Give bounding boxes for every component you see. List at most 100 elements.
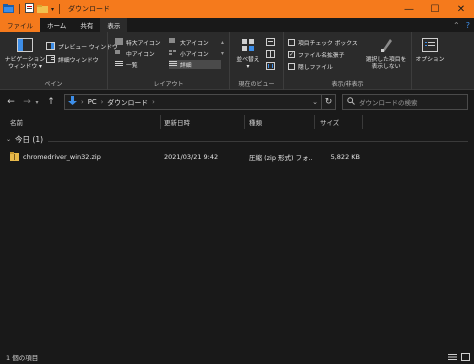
tab-home[interactable]: ホーム <box>40 18 73 32</box>
preview-pane-icon <box>46 41 55 52</box>
column-header-size[interactable]: サイズ <box>320 116 339 128</box>
ribbon: ナビゲーション ウィンドウ ▾ プレビュー ウィンドウ 詳細ウィンドウ ペイン … <box>0 32 474 90</box>
details-icon <box>169 60 177 69</box>
small-icons-icon <box>169 49 177 58</box>
navigation-pane-icon <box>17 38 33 55</box>
ribbon-group-label-layout: レイアウト <box>153 81 184 88</box>
file-list: 名前 更新日時 種類 サイズ ⌄ 今日 (1) chromedriver_win… <box>0 113 474 350</box>
hidden-items-label: 隠しファイル <box>298 65 333 71</box>
address-history-chevron-icon[interactable]: ⌄ <box>309 95 321 109</box>
hidden-items-toggle[interactable]: 隠しファイル <box>288 62 333 71</box>
ribbon-group-show-hide: 項目チェック ボックス ✓ ファイル名拡張子 隠しファイル 選択した項目を 表示… <box>284 32 412 90</box>
file-size: 5,822 KB <box>330 153 360 161</box>
recent-locations-button[interactable]: ▾ <box>33 95 41 109</box>
layout-scroll-up-chevron-icon[interactable]: ▴ <box>221 38 224 47</box>
search-box[interactable]: ダウンロードの検索 <box>342 94 468 110</box>
large-icons-view-icon[interactable] <box>460 352 470 362</box>
layout-details[interactable]: 詳細 <box>169 60 221 69</box>
address-bar-tail: ⌄ ↻ <box>309 95 335 109</box>
layout-medium-icons[interactable]: 中アイコン <box>115 49 167 58</box>
group-divider <box>48 141 468 142</box>
breadcrumb-chevron-icon: › <box>100 98 104 106</box>
window-title: ダウンロード <box>68 5 111 13</box>
group-by-button[interactable] <box>266 37 275 48</box>
group-by-icon <box>266 37 275 48</box>
sort-by-button[interactable]: 並べ替え ▾ <box>233 38 263 71</box>
address-bar[interactable]: › PC › ダウンロード › ⌄ ↻ <box>64 94 336 110</box>
table-row[interactable]: chromedriver_win32.zip 2021/03/21 9:42 圧… <box>10 151 370 163</box>
search-placeholder: ダウンロードの検索 <box>359 99 418 107</box>
column-divider[interactable] <box>244 115 245 129</box>
layout-small-icons[interactable]: 小アイコン <box>169 49 221 58</box>
sort-icon <box>241 38 255 55</box>
folder-app-icon <box>3 3 14 15</box>
size-columns-icon <box>266 61 275 72</box>
details-pane-button[interactable]: 詳細ウィンドウ <box>46 54 99 65</box>
close-button[interactable]: ✕ <box>448 0 474 18</box>
collapse-ribbon-chevron-icon[interactable]: ⌃ <box>453 21 460 30</box>
details-view-icon[interactable] <box>447 352 457 362</box>
ribbon-group-label-pane: ペイン <box>44 81 63 88</box>
collapse-chevron-icon[interactable]: ⌄ <box>6 136 11 143</box>
refresh-icon[interactable]: ↻ <box>321 95 335 109</box>
size-columns-to-fit-button[interactable] <box>266 61 275 72</box>
item-count: 1 個の項目 <box>6 354 39 362</box>
column-header-modified[interactable]: 更新日時 <box>164 116 190 128</box>
breadcrumb-pc[interactable]: PC <box>88 98 97 106</box>
column-header-name[interactable]: 名前 <box>10 116 23 128</box>
forward-button[interactable]: → <box>20 95 34 109</box>
column-divider[interactable] <box>314 115 315 129</box>
options-button[interactable]: オプション <box>414 38 446 64</box>
breadcrumb-downloads[interactable]: ダウンロード <box>107 97 148 107</box>
layout-list[interactable]: 一覧 <box>115 60 167 69</box>
properties-icon[interactable] <box>25 3 34 15</box>
customize-toolbar-chevron-icon[interactable]: ▾ <box>51 6 54 13</box>
options-label: オプション <box>415 57 445 63</box>
up-button[interactable]: ↑ <box>44 95 58 109</box>
address-row: ← → ▾ ↑ › PC › ダウンロード › ⌄ ↻ ダウンロードの検索 <box>0 91 474 113</box>
tab-view[interactable]: 表示 <box>100 18 128 32</box>
medium-icons-icon <box>115 49 123 58</box>
layout-item-label: 中アイコン <box>126 52 155 58</box>
column-divider[interactable] <box>160 115 161 129</box>
file-extensions-checkbox[interactable]: ✓ <box>288 51 295 58</box>
group-label: 今日 (1) <box>15 135 44 144</box>
tab-file[interactable]: ファイル <box>0 18 40 32</box>
file-extensions-label: ファイル名拡張子 <box>298 53 345 59</box>
add-columns-icon <box>266 49 275 60</box>
ribbon-group-label-show-hide: 表示/非表示 <box>331 81 364 88</box>
layout-item-label: 一覧 <box>126 63 138 69</box>
file-extensions-toggle[interactable]: ✓ ファイル名拡張子 <box>288 50 344 59</box>
divider <box>59 4 61 14</box>
file-name: chromedriver_win32.zip <box>23 153 101 161</box>
new-folder-icon[interactable] <box>37 4 48 15</box>
details-pane-icon <box>46 54 55 65</box>
layout-item-label: 詳細 <box>180 63 192 69</box>
hide-selected-items-button[interactable]: 選択した項目を 表示しない <box>362 38 410 71</box>
layout-scroll-down-chevron-icon[interactable]: ▾ <box>221 49 224 58</box>
quick-access-toolbar: ▾ <box>0 3 62 15</box>
ribbon-group-pane: ナビゲーション ウィンドウ ▾ プレビュー ウィンドウ 詳細ウィンドウ ペイン <box>0 32 118 90</box>
options-icon <box>422 38 438 55</box>
item-checkboxes-toggle[interactable]: 項目チェック ボックス <box>288 38 358 47</box>
ribbon-group-layout: 特大アイコン 大アイコン 中アイコン 小アイコン 一覧 詳細 ▴ ▾ レイアウト <box>108 32 230 90</box>
tab-share[interactable]: 共有 <box>73 18 100 32</box>
large-icons-icon <box>169 38 177 47</box>
breadcrumb-chevron-icon: › <box>152 98 155 106</box>
help-icon[interactable]: ? <box>466 21 470 30</box>
navigation-pane-button[interactable]: ナビゲーション ウィンドウ ▾ <box>4 38 46 71</box>
file-modified: 2021/03/21 9:42 <box>164 153 219 161</box>
add-columns-button[interactable] <box>266 49 275 60</box>
maximize-button[interactable]: ☐ <box>422 0 448 18</box>
sort-by-label: 並べ替え ▾ <box>236 57 260 70</box>
column-header-type[interactable]: 種類 <box>249 116 262 128</box>
back-button[interactable]: ← <box>4 95 18 109</box>
group-header-today[interactable]: ⌄ 今日 (1) <box>6 134 43 145</box>
breadcrumb-chevron-icon: › <box>81 98 84 106</box>
column-divider[interactable] <box>362 115 363 129</box>
minimize-button[interactable]: — <box>396 0 422 18</box>
hidden-items-checkbox[interactable] <box>288 63 295 70</box>
item-checkboxes-checkbox[interactable] <box>288 39 295 46</box>
layout-large-icons[interactable]: 大アイコン <box>169 38 221 47</box>
layout-extra-large-icons[interactable]: 特大アイコン <box>115 38 167 47</box>
